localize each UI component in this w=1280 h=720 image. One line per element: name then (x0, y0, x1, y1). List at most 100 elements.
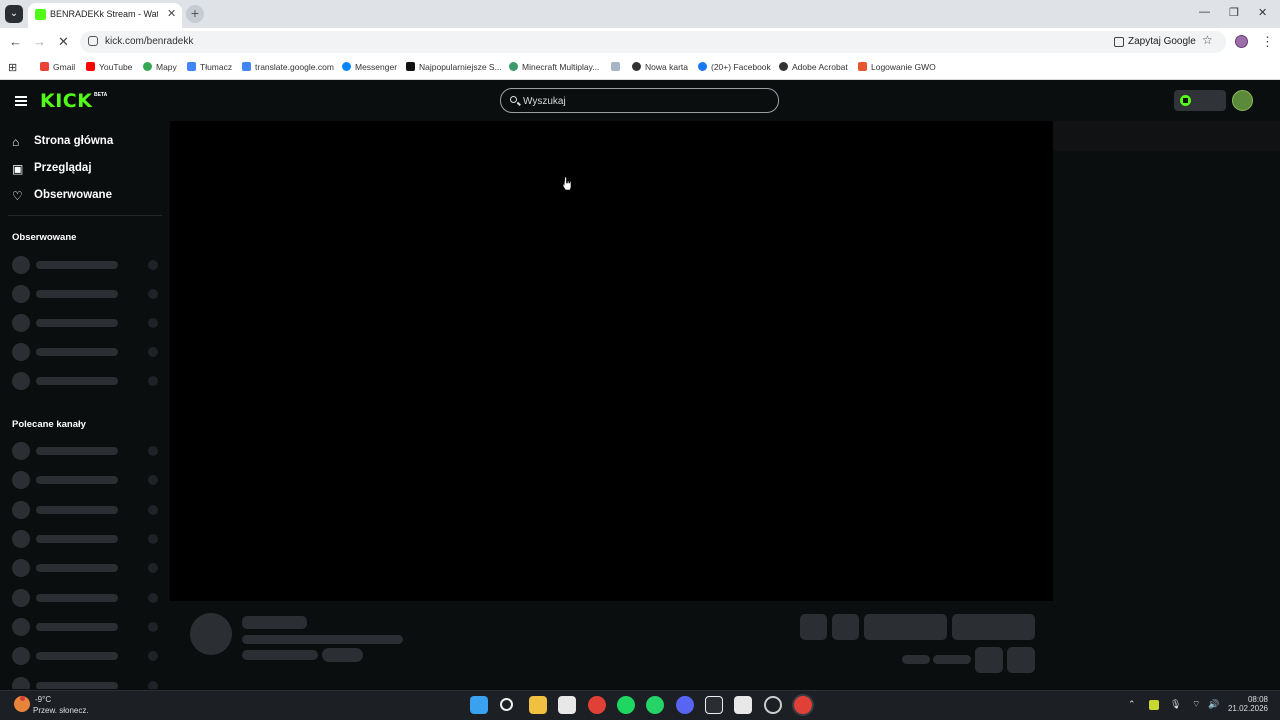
browser-menu-icon[interactable]: ⋮ (1261, 34, 1274, 50)
bookmark-unnamed[interactable] (611, 62, 624, 72)
bookmark-minecraft[interactable]: Minecraft Multiplay... (509, 62, 599, 72)
clock-date: 21.02.2026 (1227, 704, 1268, 713)
tab-title: BENRADEKk Stream - Watch Live on Kick (50, 9, 158, 19)
spotify-icon[interactable] (617, 696, 635, 714)
bookmark-maps[interactable]: Mapy (143, 62, 177, 72)
browser-tab-active[interactable]: BENRADEKk Stream - Watch Live on Kick ✕ (28, 3, 182, 28)
tray-chevron-icon[interactable]: ⌃ (1128, 699, 1136, 710)
gwo-icon (858, 62, 867, 71)
stream-title-skeleton (242, 635, 403, 644)
bookmark-translate-google[interactable]: translate.google.com (242, 62, 334, 72)
notepad-icon[interactable] (734, 696, 752, 714)
following-channel-skeleton (12, 343, 160, 361)
url-bar[interactable]: kick.com/benradekk Zapytaj Google ☆ (80, 31, 1226, 53)
search-input[interactable]: Wyszukaj (500, 88, 779, 113)
chat-panel (1053, 121, 1280, 151)
chrome-active-icon[interactable] (794, 696, 812, 714)
share-button-skeleton (975, 647, 1003, 673)
gmail-icon (40, 62, 49, 71)
url-text: kick.com/benradekk (105, 36, 194, 47)
file-explorer-icon[interactable] (529, 696, 547, 714)
site-settings-icon[interactable] (88, 36, 98, 46)
window-close-icon[interactable]: ✕ (1258, 6, 1267, 19)
chrome-icon[interactable] (588, 696, 606, 714)
bookmark-najpopularniejsze[interactable]: Najpopularniejsze S... (406, 62, 502, 72)
discord-icon[interactable] (676, 696, 694, 714)
following-channel-skeleton (12, 314, 160, 332)
recommended-channel-skeleton (12, 559, 160, 577)
kick-toggle-icon (1180, 95, 1191, 106)
search-icon[interactable] (500, 698, 513, 711)
forward-arrow-icon[interactable]: → (33, 34, 46, 49)
following-channel-skeleton (12, 256, 160, 274)
menu-icon[interactable] (15, 96, 27, 106)
apps-grid-icon[interactable]: ⊞ (8, 61, 17, 74)
bookmark-new-tab[interactable]: Nowa karta (632, 62, 688, 72)
more-button-skeleton (1007, 647, 1035, 673)
bookmark-gmail[interactable]: Gmail (40, 62, 75, 72)
tray-app-icon[interactable] (1149, 700, 1159, 710)
minimize-icon[interactable]: — (1199, 6, 1210, 18)
facebook-icon (698, 62, 707, 71)
wifi-icon[interactable]: ⌔ (1192, 699, 1200, 710)
bookmark-star-icon[interactable]: ☆ (1202, 33, 1213, 47)
weather-icon[interactable] (14, 696, 30, 712)
following-channel-skeleton (12, 372, 160, 390)
bookmark-facebook[interactable]: (20+) Facebook (698, 62, 771, 72)
ask-google-button[interactable]: Zapytaj Google (1110, 34, 1202, 50)
action-button-skeleton (832, 614, 859, 640)
system-clock[interactable]: 08:08 21.02.2026 (1222, 695, 1268, 713)
recommended-channel-skeleton (12, 442, 160, 460)
user-avatar[interactable] (1232, 90, 1253, 111)
site-icon (406, 62, 415, 71)
weather-description: Przew. słonecz. (33, 706, 89, 715)
search-placeholder: Wyszukaj (523, 96, 566, 107)
stop-loading-icon[interactable]: ✕ (58, 34, 69, 50)
tab-search-button[interactable]: ⌄ (5, 5, 23, 23)
restore-icon[interactable]: ❐ (1229, 6, 1239, 19)
browser-profile-avatar[interactable] (1235, 35, 1248, 48)
translate-icon (242, 62, 251, 71)
youtube-icon (86, 62, 95, 71)
video-player[interactable] (170, 121, 1053, 601)
microphone-icon[interactable]: 🎙 (1170, 699, 1181, 710)
tab-close-icon[interactable]: ✕ (167, 7, 176, 20)
action-button-skeleton (800, 614, 827, 640)
recommended-channel-skeleton (12, 501, 160, 519)
translate-icon (187, 62, 196, 71)
bookmark-adobe[interactable]: Adobe Acrobat (779, 62, 848, 72)
recommended-channel-skeleton (12, 589, 160, 607)
globe-icon (779, 62, 788, 71)
volume-icon[interactable]: 🔊 (1208, 699, 1219, 710)
bookmark-gwo[interactable]: Logowanie GWO (858, 62, 936, 72)
follow-button-skeleton (864, 614, 947, 640)
theme-toggle[interactable] (1174, 90, 1226, 111)
bookmark-messenger[interactable]: Messenger (342, 62, 397, 72)
bookmark-youtube[interactable]: YouTube (86, 62, 132, 72)
stream-category-skeleton (242, 650, 318, 660)
address-toolbar: ← → ✕ kick.com/benradekk Zapytaj Google … (0, 28, 1280, 56)
recommended-heading: Polecane kanały (12, 419, 86, 430)
search-icon (510, 96, 517, 103)
windows-taskbar: -9°C Przew. słonecz. ⌃ 🎙 ⌔ 🔊 08:08 21.02… (0, 690, 1280, 720)
stream-tag-skeleton (322, 648, 363, 662)
beta-badge: BETA (94, 92, 108, 98)
uptime-skeleton (933, 655, 971, 664)
new-tab-button[interactable]: + (186, 5, 204, 23)
back-arrow-icon[interactable]: ← (9, 34, 22, 49)
whatsapp-icon[interactable] (646, 696, 664, 714)
home-icon: ⌂ (12, 135, 20, 149)
browse-icon: ▣ (12, 162, 24, 176)
bookmark-translate[interactable]: Tłumacz (187, 62, 232, 72)
app-icon[interactable] (705, 696, 723, 714)
windows-start-icon[interactable] (470, 696, 488, 714)
kick-page: KICK BETA Wyszukaj ⌂ Strona główna ▣ Prz… (0, 81, 1280, 690)
kick-favicon-icon (35, 9, 46, 20)
kick-logo[interactable]: KICK (40, 90, 92, 112)
app-icon[interactable] (764, 696, 782, 714)
store-icon[interactable] (558, 696, 576, 714)
recommended-channel-skeleton (12, 618, 160, 636)
maps-pin-icon (143, 62, 152, 71)
recommended-channel-skeleton (12, 471, 160, 489)
recommended-channel-skeleton (12, 677, 160, 689)
